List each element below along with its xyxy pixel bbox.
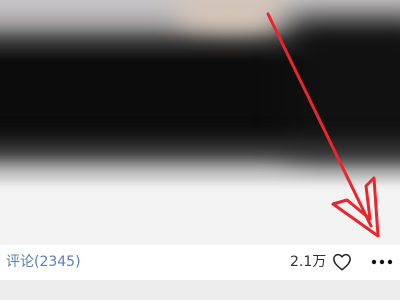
- blurred-media-image[interactable]: [0, 0, 400, 245]
- like-count: 2.1万: [290, 254, 327, 270]
- heart-outline-icon: [333, 253, 352, 271]
- more-horizontal-icon: [371, 259, 393, 265]
- more-options-button[interactable]: [368, 251, 396, 273]
- media-blur-layer: [0, 185, 400, 245]
- like-button[interactable]: 2.1万: [290, 251, 352, 273]
- post-action-bar: 评论(2345) 2.1万: [0, 245, 400, 280]
- section-divider: [0, 280, 400, 300]
- comments-link[interactable]: 评论(2345): [6, 251, 81, 273]
- post-card: 评论(2345) 2.1万: [0, 0, 400, 300]
